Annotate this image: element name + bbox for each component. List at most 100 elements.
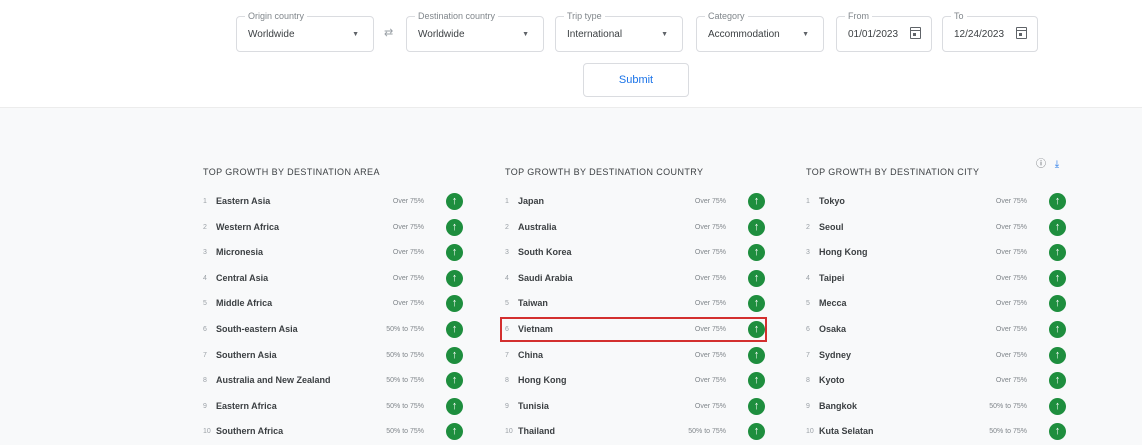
item-name: Mecca [819, 298, 847, 309]
growth-label: 50% to 75% [989, 428, 1027, 436]
item-name: Southern Asia [216, 349, 277, 360]
list-item[interactable]: 10 Thailand 50% to 75% ↑ [502, 420, 772, 445]
arrow-up-icon: ↑ [446, 218, 463, 236]
download-icon[interactable]: ⤓ [1055, 159, 1059, 170]
help-circle-icon[interactable]: ⓘ [1036, 159, 1046, 170]
category-select[interactable]: Category Accommodation ▼ [696, 10, 824, 52]
dropdown-caret-icon: ▼ [661, 31, 668, 38]
list-item[interactable]: 5 Middle Africa Over 75% ↑ [200, 292, 470, 318]
item-name: Sydney [819, 349, 852, 360]
list-item[interactable]: 9 Eastern Africa 50% to 75% ↑ [200, 395, 470, 421]
arrow-up-icon: ↑ [1049, 269, 1066, 287]
item-name: Tokyo [819, 196, 845, 206]
list-item[interactable]: 2 Seoul Over 75% ↑ [803, 216, 1073, 242]
growth-label: 50% to 75% [386, 351, 424, 359]
list-item[interactable]: 10 Southern Africa 50% to 75% ↑ [200, 420, 470, 445]
list-item[interactable]: 4 Saudi Arabia Over 75% ↑ [502, 267, 772, 293]
to-date-field[interactable]: To 12/24/2023 [942, 10, 1038, 52]
calendar-icon[interactable] [910, 27, 921, 39]
calendar-icon[interactable] [1016, 27, 1027, 39]
list-item[interactable]: 4 Central Asia Over 75% ↑ [200, 267, 470, 293]
list-item[interactable]: 6 South-eastern Asia 50% to 75% ↑ [200, 318, 470, 344]
list-item[interactable]: 2 Western Africa Over 75% ↑ [200, 216, 470, 242]
growth-label: Over 75% [392, 198, 424, 205]
trip-type-select[interactable]: Trip type International ▼ [555, 10, 683, 52]
rank-number: 8 [806, 377, 810, 385]
rank-number: 7 [806, 351, 810, 359]
destination-country-select[interactable]: Destination country Worldwide ▼ [406, 10, 544, 52]
growth-label: Over 75% [392, 223, 424, 231]
list-item[interactable]: 9 Bangkok 50% to 75% ↑ [803, 395, 1073, 421]
list-item[interactable]: 3 Micronesia Over 75% ↑ [200, 241, 470, 267]
arrow-up-icon: ↑ [446, 244, 463, 262]
rank-number: 10 [203, 428, 211, 436]
list-item[interactable]: 8 Hong Kong Over 75% ↑ [502, 369, 772, 395]
item-name: Kuta Selatan [819, 426, 874, 437]
item-name: Taiwan [518, 298, 548, 309]
rank-number: 2 [806, 223, 810, 231]
rank-number: 3 [203, 249, 207, 257]
arrow-up-icon: ↑ [1049, 372, 1066, 390]
arrow-up-icon: ↑ [446, 269, 463, 287]
list-item[interactable]: 7 Southern Asia 50% to 75% ↑ [200, 344, 470, 370]
from-date-field[interactable]: From 01/01/2023 [836, 10, 932, 52]
item-name: Bangkok [819, 400, 858, 411]
arrow-up-icon: ↑ [748, 193, 765, 210]
rank-number: 9 [203, 402, 207, 410]
rank-number: 7 [203, 351, 207, 359]
item-name: South Korea [518, 247, 572, 258]
arrow-up-icon: ↑ [446, 193, 463, 210]
arrow-up-icon: ↑ [1049, 321, 1066, 338]
rank-number: 7 [505, 351, 509, 359]
arrow-up-icon: ↑ [748, 244, 765, 262]
list-item[interactable]: 8 Australia and New Zealand 50% to 75% ↑ [200, 369, 470, 395]
list-item[interactable]: 5 Taiwan Over 75% ↑ [502, 292, 772, 318]
list-item[interactable]: 1 Eastern Asia Over 75% ↑ [200, 190, 470, 216]
growth-label: Over 75% [392, 274, 424, 282]
list-item[interactable]: 6 Osaka Over 75% ↑ [803, 318, 1073, 344]
arrow-up-icon: ↑ [1049, 397, 1066, 415]
rank-number: 4 [806, 274, 810, 282]
rank-number: 1 [505, 198, 509, 205]
arrow-up-icon: ↑ [1049, 295, 1066, 313]
list-item[interactable]: 3 South Korea Over 75% ↑ [502, 241, 772, 267]
rank-number: 4 [505, 274, 509, 282]
list-item[interactable]: 10 Kuta Selatan 50% to 75% ↑ [803, 420, 1073, 445]
from-date-label: From [845, 10, 872, 22]
list-item[interactable]: 2 Australia Over 75% ↑ [502, 216, 772, 242]
origin-country-select[interactable]: Origin country Worldwide ▼ [236, 10, 374, 52]
list-item[interactable]: 1 Tokyo Over 75% ↑ [803, 190, 1073, 216]
list-item[interactable]: 9 Tunisia Over 75% ↑ [502, 395, 772, 421]
swap-arrows-icon[interactable]: ⇄ [384, 26, 393, 39]
dropdown-caret-icon: ▼ [522, 31, 529, 38]
list-item[interactable]: 7 Sydney Over 75% ↑ [803, 344, 1073, 370]
list-item[interactable]: 8 Kyoto Over 75% ↑ [803, 369, 1073, 395]
item-name: South-eastern Asia [216, 324, 298, 334]
list-item[interactable]: 5 Mecca Over 75% ↑ [803, 292, 1073, 318]
arrow-up-icon: ↑ [446, 372, 463, 390]
growth-label: Over 75% [995, 326, 1027, 333]
list-item[interactable]: 3 Hong Kong Over 75% ↑ [803, 241, 1073, 267]
rank-number: 9 [505, 402, 509, 410]
growth-label: Over 75% [995, 223, 1027, 231]
arrow-up-icon: ↑ [748, 218, 765, 236]
list-item[interactable]: 4 Taipei Over 75% ↑ [803, 267, 1073, 293]
item-name: Southern Africa [216, 426, 284, 437]
submit-button[interactable]: Submit [583, 63, 689, 97]
list-item[interactable]: 1 Japan Over 75% ↑ [502, 190, 772, 216]
item-name: Eastern Africa [216, 400, 277, 411]
rank-number: 10 [806, 428, 814, 436]
list-item[interactable]: 7 China Over 75% ↑ [502, 344, 772, 370]
origin-country-value: Worldwide [248, 29, 295, 40]
arrow-up-icon: ↑ [1049, 423, 1066, 441]
item-name: Kyoto [819, 375, 845, 386]
growth-label: Over 75% [995, 198, 1027, 205]
growth-label: Over 75% [694, 274, 726, 282]
growth-label: 50% to 75% [989, 402, 1027, 410]
arrow-up-icon: ↑ [446, 397, 463, 415]
rank-number: 3 [806, 249, 810, 257]
rank-number: 3 [505, 249, 509, 257]
rank-number: 8 [203, 377, 207, 385]
growth-label: Over 75% [694, 377, 726, 385]
rank-number: 1 [806, 198, 810, 205]
